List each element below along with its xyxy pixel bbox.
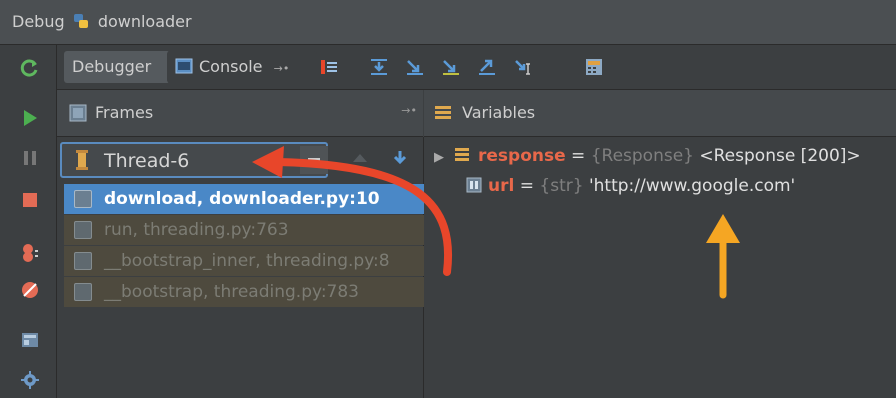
annotation-overlay <box>252 146 740 299</box>
red-arrowhead <box>252 146 284 178</box>
red-annotation-arrow <box>274 158 452 276</box>
orange-arrowhead <box>706 214 740 243</box>
